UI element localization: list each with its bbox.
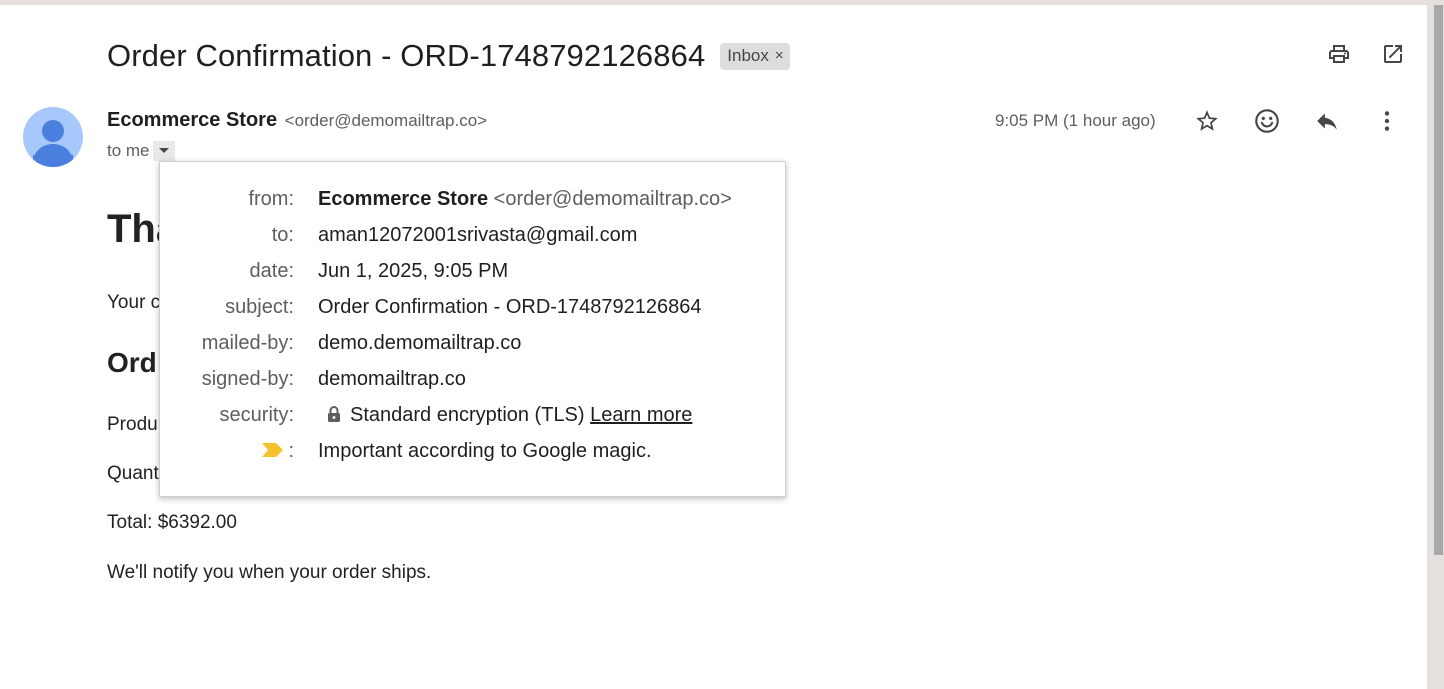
person-icon bbox=[33, 120, 73, 167]
recipients-line: to me bbox=[107, 141, 175, 161]
recipient-summary: to me bbox=[107, 141, 150, 160]
date-value: Jun 1, 2025, 9:05 PM bbox=[318, 260, 509, 282]
scrollbar-thumb[interactable] bbox=[1434, 5, 1443, 555]
subject-value: Order Confirmation - ORD-1748792126864 bbox=[318, 296, 702, 318]
body-intro: Your c bbox=[107, 292, 161, 313]
learn-more-link[interactable]: Learn more bbox=[590, 404, 692, 426]
details-security-row: security: Standard encryption (TLS) Lear… bbox=[160, 404, 785, 434]
lock-icon bbox=[328, 406, 340, 422]
order-section-heading: Ord bbox=[107, 347, 157, 378]
print-icon[interactable] bbox=[1325, 40, 1353, 68]
total-line: Total: $6392.00 bbox=[107, 512, 237, 533]
details-from-row: from: Ecommerce Store <order@demomailtra… bbox=[160, 188, 785, 218]
importance-label: : bbox=[262, 440, 294, 463]
show-details-button[interactable] bbox=[152, 141, 175, 161]
security-value-wrap: Standard encryption (TLS) Learn more bbox=[318, 404, 692, 427]
inbox-label-chip[interactable]: Inbox × bbox=[720, 42, 790, 70]
details-date-row: date: Jun 1, 2025, 9:05 PM bbox=[160, 260, 785, 290]
sender-name[interactable]: Ecommerce Store bbox=[107, 109, 277, 131]
from-email: <order@demomailtrap.co> bbox=[493, 188, 732, 210]
sender-avatar[interactable] bbox=[23, 107, 83, 167]
message-actions bbox=[1193, 107, 1401, 135]
importance-value: Important according to Google magic. bbox=[318, 440, 652, 462]
reply-icon[interactable] bbox=[1313, 107, 1341, 135]
top-actions bbox=[1325, 40, 1407, 68]
message-details-popup: from: Ecommerce Store <order@demomailtra… bbox=[159, 161, 786, 497]
quantity-line: Quant bbox=[107, 463, 159, 484]
date-label: date: bbox=[249, 260, 294, 282]
from-label: from: bbox=[248, 188, 294, 210]
importance-colon: : bbox=[288, 440, 294, 462]
email-subject: Order Confirmation - ORD-1748792126864 bbox=[107, 38, 706, 73]
more-vert-icon[interactable] bbox=[1373, 107, 1401, 135]
to-value: aman12072001srivasta@gmail.com bbox=[318, 224, 638, 246]
notify-line: We'll notify you when your order ships. bbox=[107, 562, 432, 583]
security-value: Standard encryption (TLS) bbox=[350, 404, 585, 426]
from-name: Ecommerce Store bbox=[318, 188, 489, 210]
details-to-row: to: aman12072001srivasta@gmail.com bbox=[160, 224, 785, 254]
remove-label-button[interactable]: × bbox=[775, 47, 784, 64]
open-in-new-window-icon[interactable] bbox=[1379, 40, 1407, 68]
signed-by-label: signed-by: bbox=[201, 368, 294, 390]
importance-marker-icon bbox=[262, 443, 284, 457]
label-text: Inbox bbox=[727, 45, 769, 65]
subject-label: subject: bbox=[225, 296, 294, 318]
details-importance-row: : Important according to Google magic. bbox=[160, 440, 785, 470]
message-time: 9:05 PM (1 hour ago) bbox=[995, 111, 1156, 130]
subject-row: Order Confirmation - ORD-1748792126864 I… bbox=[107, 36, 790, 76]
details-subject-row: subject: Order Confirmation - ORD-174879… bbox=[160, 296, 785, 326]
arrow-drop-down-icon bbox=[158, 148, 169, 153]
sender-email: <order@demomailtrap.co> bbox=[284, 111, 488, 130]
details-signed-by-row: signed-by: demomailtrap.co bbox=[160, 368, 785, 398]
security-label: security: bbox=[219, 404, 294, 426]
sender-line: Ecommerce Store <order@demomailtrap.co> bbox=[107, 109, 487, 132]
from-value: Ecommerce Store <order@demomailtrap.co> bbox=[318, 188, 732, 211]
emoji-icon[interactable] bbox=[1253, 107, 1281, 135]
signed-by-value: demomailtrap.co bbox=[318, 368, 466, 390]
mailed-by-label: mailed-by: bbox=[201, 332, 294, 354]
product-line: Produ bbox=[107, 414, 158, 435]
to-label: to: bbox=[271, 224, 294, 246]
mailed-by-value: demo.demomailtrap.co bbox=[318, 332, 522, 354]
details-mailed-by-row: mailed-by: demo.demomailtrap.co bbox=[160, 332, 785, 362]
star-icon[interactable] bbox=[1193, 107, 1221, 135]
